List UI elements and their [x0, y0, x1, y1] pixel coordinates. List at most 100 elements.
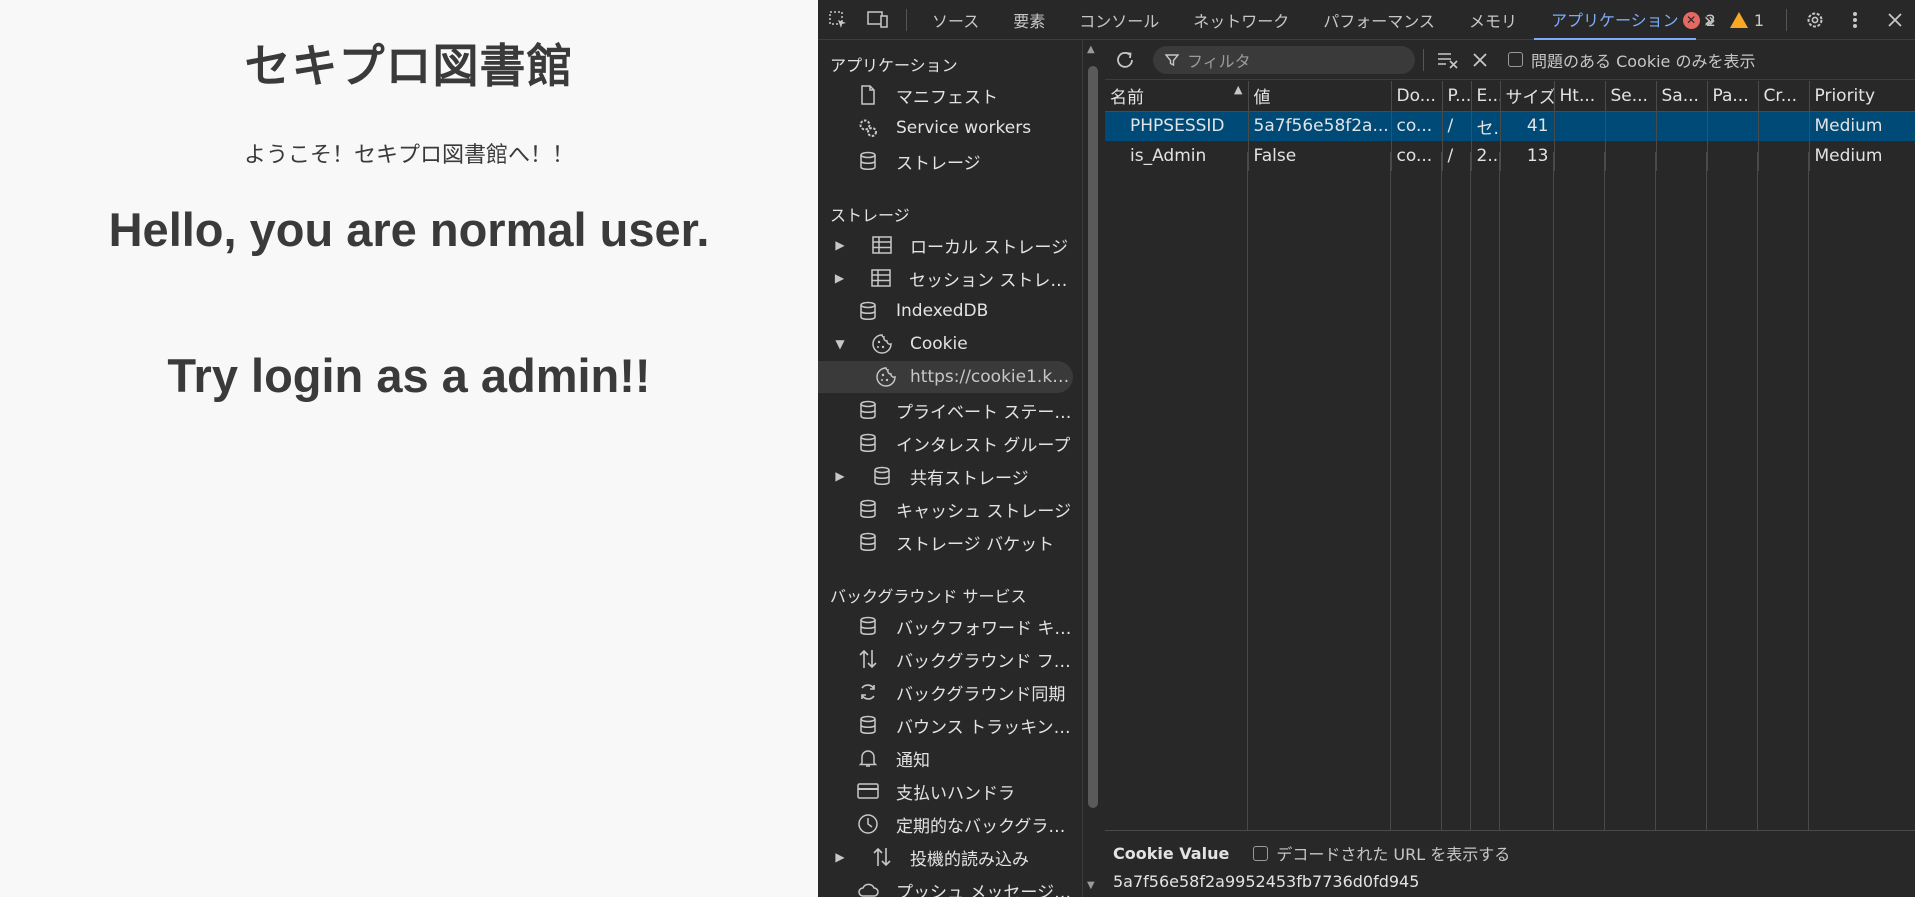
- sidebar-item-session-storage[interactable]: ▶ セッション ストレージ: [818, 262, 1073, 294]
- sidebar-section-application: アプリケーション: [830, 56, 958, 75]
- refresh-icon[interactable]: [1105, 40, 1145, 80]
- expand-arrow-icon[interactable]: ▶: [832, 271, 847, 285]
- database-icon: [856, 713, 880, 737]
- cookie-value-pane: Cookie Value デコードされた URL を表示する 5a7f56e58…: [1105, 830, 1915, 897]
- settings-gear-icon[interactable]: [1795, 0, 1835, 40]
- hello-heading: Hello, you are normal user.: [108, 203, 710, 256]
- cell-samesite: [1656, 111, 1708, 141]
- expand-arrow-icon[interactable]: ▶: [832, 469, 848, 483]
- column-header-cross-site[interactable]: Cr...: [1758, 81, 1810, 112]
- column-header-path[interactable]: P...: [1442, 81, 1472, 112]
- sidebar-item-shared-storage[interactable]: ▶ 共有ストレージ: [818, 460, 1073, 492]
- only-issues-checkbox[interactable]: [1508, 52, 1523, 67]
- expand-arrow-icon[interactable]: ▶: [832, 850, 848, 864]
- credit-card-icon: [856, 779, 880, 803]
- sidebar-scrollbar[interactable]: ▲ ▼: [1083, 40, 1103, 897]
- sidebar-item-service-workers[interactable]: Service workers: [818, 112, 1073, 144]
- sidebar-item-manifest[interactable]: マニフェスト: [818, 79, 1073, 111]
- inspect-element-icon[interactable]: [818, 0, 858, 40]
- cell-size: 41: [1500, 111, 1555, 141]
- scrollbar-thumb[interactable]: [1088, 66, 1098, 808]
- tab-console[interactable]: コンソール: [1062, 0, 1176, 40]
- decode-url-option[interactable]: デコードされた URL を表示する: [1253, 841, 1510, 865]
- sidebar-item-local-storage[interactable]: ▶ ローカル ストレージ: [818, 229, 1073, 261]
- clear-filtered-cookies-icon[interactable]: [1432, 40, 1464, 80]
- sidebar-section-storage: ストレージ: [830, 206, 910, 225]
- toolbar-separator: [1423, 48, 1424, 71]
- delete-selected-icon[interactable]: [1464, 40, 1496, 80]
- cookie-panel: フィルタ 問題のある Cookie のみを表示 名前 ▲ 値 Do... P..…: [1105, 40, 1915, 897]
- table-row[interactable]: PHPSESSID 5a7f56e58f2a... co... / セ... 4…: [1105, 111, 1915, 141]
- table-grid-icon: [870, 233, 894, 257]
- column-header-value[interactable]: 値: [1248, 81, 1392, 112]
- sidebar-item-bfcache[interactable]: バックフォワード キャッシュ: [818, 610, 1073, 642]
- tab-performance[interactable]: パフォーマンス: [1306, 0, 1452, 40]
- column-header-name[interactable]: 名前 ▲: [1105, 81, 1249, 112]
- database-icon: [856, 398, 880, 422]
- devtools-panel: ソース 要素 コンソール ネットワーク パフォーマンス メモリ アプリケーション…: [818, 0, 1915, 897]
- sidebar-item-storage[interactable]: ストレージ: [818, 145, 1073, 177]
- filter-funnel-icon: [1165, 53, 1179, 66]
- decode-url-checkbox[interactable]: [1253, 845, 1269, 861]
- error-count-badge[interactable]: ✕ 2: [1682, 11, 1716, 30]
- column-header-domain[interactable]: Do...: [1391, 81, 1443, 112]
- collapse-arrow-icon[interactable]: ▼: [832, 337, 848, 351]
- cookie-icon: [870, 332, 894, 356]
- column-header-secure[interactable]: Se...: [1605, 81, 1657, 112]
- table-header-row: 名前▲ 値 Do... P... E... サイズ Ht... Se... Sa…: [1105, 81, 1915, 112]
- tab-elements[interactable]: 要素: [996, 0, 1062, 40]
- sync-icon: [856, 680, 880, 704]
- table-empty-area: [1105, 152, 1915, 870]
- sidebar-item-speculative-loads[interactable]: ▶ 投機的読み込み: [818, 841, 1073, 873]
- cell-expires: セ...: [1471, 111, 1501, 141]
- tab-network[interactable]: ネットワーク: [1176, 0, 1306, 40]
- column-header-size[interactable]: サイズ: [1500, 81, 1555, 112]
- web-page: セキプロ図書館 ようこそ！セキプロ図書館へ！！ Hello, you are n…: [0, 0, 818, 897]
- column-header-partition-key[interactable]: Pa...: [1707, 81, 1759, 112]
- bell-icon: [856, 746, 880, 770]
- column-header-expires[interactable]: E...: [1471, 81, 1501, 112]
- clock-icon: [856, 812, 880, 836]
- welcome-text: ようこそ！セキプロ図書館へ！！: [243, 143, 574, 168]
- column-header-priority[interactable]: Priority: [1809, 81, 1915, 112]
- scroll-up-icon[interactable]: ▲: [1087, 44, 1095, 55]
- sidebar-item-periodic-sync[interactable]: 定期的なバックグラウ...: [818, 808, 1073, 840]
- sidebar-item-storage-buckets[interactable]: ストレージ バケット: [818, 526, 1073, 558]
- cell-domain: co...: [1391, 111, 1443, 141]
- close-devtools-icon[interactable]: [1875, 0, 1915, 40]
- sidebar-item-bounce-tracking[interactable]: バウンス トラッキング対...: [818, 709, 1073, 741]
- only-issues-option[interactable]: 問題のある Cookie のみを表示: [1508, 48, 1755, 72]
- sidebar-item-interest-groups[interactable]: インタレスト グループ: [818, 427, 1073, 459]
- sidebar-section-background-services: バックグラウンド サービス: [830, 587, 1027, 606]
- sidebar-item-cookie[interactable]: ▼ Cookie: [818, 328, 1073, 360]
- sidebar-item-indexeddb[interactable]: IndexedDB: [818, 295, 1073, 327]
- scroll-down-icon[interactable]: ▼: [1087, 880, 1095, 891]
- device-toolbar-icon[interactable]: [858, 0, 898, 40]
- database-icon: [870, 464, 894, 488]
- tab-memory[interactable]: メモリ: [1452, 0, 1534, 40]
- tab-sources[interactable]: ソース: [915, 0, 996, 40]
- cookie-value-text[interactable]: 5a7f56e58f2a9952453fb7736d0fd945: [1113, 872, 1419, 891]
- up-down-arrows-icon: [856, 647, 880, 671]
- sidebar-item-notifications[interactable]: 通知: [818, 742, 1073, 774]
- cookie-value-title: Cookie Value: [1113, 843, 1230, 863]
- column-header-httponly[interactable]: Ht...: [1554, 81, 1606, 112]
- sidebar-item-background-fetch[interactable]: バックグラウンド フェッチ: [818, 643, 1073, 675]
- only-issues-label: 問題のある Cookie のみを表示: [1531, 51, 1756, 71]
- filter-input[interactable]: フィルタ: [1153, 45, 1415, 74]
- cell-httponly: [1554, 111, 1606, 141]
- column-header-samesite[interactable]: Sa...: [1656, 81, 1708, 112]
- warning-count-badge[interactable]: 1: [1729, 11, 1764, 30]
- cell-secure: [1605, 111, 1657, 141]
- expand-arrow-icon[interactable]: ▶: [832, 238, 848, 252]
- sidebar-item-private-state-tokens[interactable]: プライベート ステート ト...: [818, 394, 1073, 426]
- tab-application[interactable]: アプリケーション: [1533, 0, 1696, 40]
- sidebar-item-payment-handler[interactable]: 支払いハンドラ: [818, 775, 1073, 807]
- sidebar-item-cookie-origin[interactable]: https://cookie1.ki...: [818, 361, 1073, 393]
- more-options-icon[interactable]: [1835, 0, 1875, 40]
- sidebar-item-cache-storage[interactable]: キャッシュ ストレージ: [818, 493, 1073, 525]
- sidebar-item-push-messaging[interactable]: プッシュ メッセージング: [818, 874, 1073, 897]
- cookie-toolbar: フィルタ 問題のある Cookie のみを表示: [1105, 40, 1915, 80]
- database-icon: [856, 431, 880, 455]
- sidebar-item-background-sync[interactable]: バックグラウンド同期: [818, 676, 1073, 708]
